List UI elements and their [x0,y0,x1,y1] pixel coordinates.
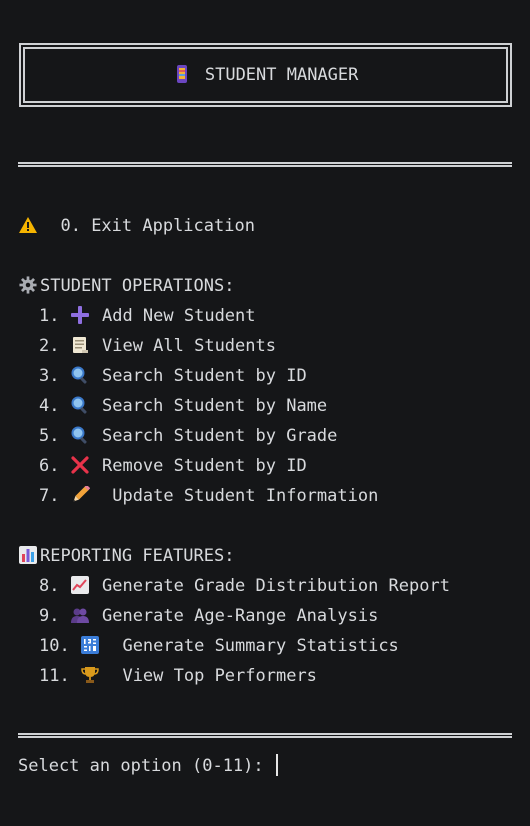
separator-top [18,162,512,167]
menu-item-4: 4. Search Student by Name [39,396,328,416]
phone-icon [173,65,195,83]
people-icon [70,606,92,624]
title-box: STUDENT MANAGER [19,43,512,107]
menu-item-5: 5. Search Student by Grade [39,426,338,446]
title: STUDENT MANAGER [19,43,512,107]
magnifier-icon [70,396,92,414]
menu-item-1: 1. Add New Student [39,306,256,326]
numbers-icon [80,636,102,654]
menu-item-exit: 0. Exit Application [18,211,255,241]
plus-icon [70,306,92,324]
menu-item-3: 3. Search Student by ID [39,366,307,386]
section-heading-reporting-features: REPORTING FEATURES: [18,541,234,571]
app-title: STUDENT MANAGER [204,65,359,85]
prompt-text: Select an option (0-11): [18,756,274,776]
menu-item-6: 6. Remove Student by ID [39,456,307,476]
scroll-icon [70,336,92,354]
text-cursor[interactable] [275,754,278,776]
cross-icon [70,456,92,474]
menu-item-8: 8. Generate Grade Distribution Report [39,576,450,596]
reporting-features-heading: REPORTING FEATURES: [40,546,235,566]
menu-item-11: 11. View Top Performers [39,666,317,686]
exit-label: 0. Exit Application [60,216,255,236]
chart-up-icon [70,576,92,594]
warning-icon [18,216,40,234]
student-operations-heading: STUDENT OPERATIONS: [40,276,235,296]
menu-item-2: 2. View All Students [39,336,276,356]
pencil-icon [70,486,92,504]
magnifier-icon [70,366,92,384]
trophy-icon [80,666,102,684]
separator-bottom [18,733,512,738]
gear-icon [18,276,40,294]
menu-item-10: 10. Generate Summary Statistics [39,636,399,656]
menu-item-9: 9. Generate Age-Range Analysis [39,606,379,626]
menu-item-7: 7. Update Student Information [39,486,379,506]
section-heading-student-operations: STUDENT OPERATIONS: [18,271,234,301]
magnifier-icon [70,426,92,444]
input-prompt[interactable]: Select an option (0-11): [18,751,278,781]
bar-chart-icon [18,546,40,564]
